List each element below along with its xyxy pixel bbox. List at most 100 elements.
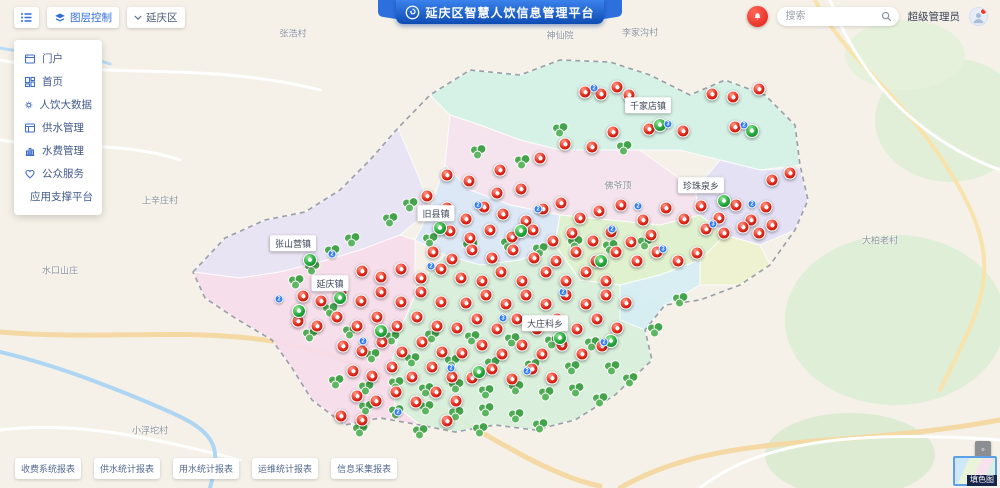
map-marker-facility[interactable] <box>531 418 549 434</box>
map-marker-facility[interactable] <box>603 360 621 376</box>
map-marker-alarm[interactable] <box>356 265 369 278</box>
map-marker-alarm[interactable] <box>456 347 469 360</box>
cluster-count-badge[interactable]: 2 <box>275 295 284 304</box>
map-marker-facility[interactable] <box>287 274 305 290</box>
cluster-count-badge[interactable]: 2 <box>600 338 609 347</box>
sidebar-item-5[interactable]: 公众服务 <box>14 162 102 185</box>
map-marker-alarm[interactable] <box>593 205 606 218</box>
cluster-count-badge[interactable]: 2 <box>447 364 456 373</box>
map-marker-normal[interactable] <box>553 331 567 345</box>
cluster-count-badge[interactable]: 3 <box>499 314 508 323</box>
map-marker-alarm[interactable] <box>560 275 573 288</box>
sidebar-item-2[interactable]: 人饮大数据 <box>14 93 102 116</box>
map-marker-alarm[interactable] <box>753 83 766 96</box>
map-marker-alarm[interactable] <box>375 271 388 284</box>
map-marker-alarm[interactable] <box>347 365 360 378</box>
map-marker-normal[interactable] <box>472 365 486 379</box>
map-marker-alarm[interactable] <box>416 336 429 349</box>
map-marker-alarm[interactable] <box>611 81 624 94</box>
map-marker-alarm[interactable] <box>645 229 658 242</box>
map-marker-alarm[interactable] <box>571 323 584 336</box>
map-marker-alarm[interactable] <box>706 88 719 101</box>
map-marker-alarm[interactable] <box>784 167 797 180</box>
map-marker-alarm[interactable] <box>491 187 504 200</box>
map-marker-alarm[interactable] <box>450 395 463 408</box>
map-marker-facility[interactable] <box>469 144 487 160</box>
map-marker-alarm[interactable] <box>536 348 549 361</box>
map-marker-facility[interactable] <box>327 374 345 390</box>
map-marker-alarm[interactable] <box>435 296 448 309</box>
map-marker-alarm[interactable] <box>580 298 593 311</box>
map-marker-alarm[interactable] <box>610 246 623 259</box>
map-marker-alarm[interactable] <box>464 232 477 245</box>
map-marker-facility[interactable] <box>591 392 609 408</box>
map-marker-alarm[interactable] <box>497 208 510 221</box>
cluster-count-badge[interactable]: 2 <box>740 121 749 130</box>
map-marker-normal[interactable] <box>717 194 731 208</box>
map-marker-alarm[interactable] <box>727 91 740 104</box>
map-marker-alarm[interactable] <box>356 414 369 427</box>
map-marker-normal[interactable] <box>303 253 317 267</box>
map-marker-facility[interactable] <box>513 154 531 170</box>
map-marker-alarm[interactable] <box>760 201 773 214</box>
map-canvas[interactable]: 张浩村神仙院李家沟村佛爷顶上辛庄村水口山庄大柏老村小浮坨村 2322223223… <box>0 0 1000 488</box>
district-selector[interactable]: 延庆区 <box>127 7 185 28</box>
map-marker-alarm[interactable] <box>660 202 673 215</box>
map-marker-alarm[interactable] <box>637 214 650 227</box>
map-marker-alarm[interactable] <box>600 289 613 302</box>
map-marker-alarm[interactable] <box>574 212 587 225</box>
map-marker-facility[interactable] <box>537 386 555 402</box>
map-marker-alarm[interactable] <box>371 311 384 324</box>
map-marker-alarm[interactable] <box>737 221 750 234</box>
map-marker-alarm[interactable] <box>446 253 459 266</box>
map-marker-facility[interactable] <box>646 322 664 338</box>
map-marker-facility[interactable] <box>411 424 429 440</box>
cluster-count-badge[interactable]: 2 <box>748 200 757 209</box>
map-marker-alarm[interactable] <box>559 138 572 151</box>
map-marker-facility[interactable] <box>621 372 639 388</box>
map-marker-alarm[interactable] <box>415 286 428 299</box>
map-marker-alarm[interactable] <box>466 244 479 257</box>
map-marker-alarm[interactable] <box>446 371 459 384</box>
sidebar-item-4[interactable]: 水费管理 <box>14 139 102 162</box>
map-marker-alarm[interactable] <box>591 313 604 326</box>
map-marker-alarm[interactable] <box>550 255 563 268</box>
map-marker-alarm[interactable] <box>460 213 473 226</box>
map-marker-alarm[interactable] <box>494 164 507 177</box>
report-button-0[interactable]: 收费系统报表 <box>15 458 81 479</box>
map-marker-alarm[interactable] <box>576 348 589 361</box>
map-marker-alarm[interactable] <box>615 199 628 212</box>
map-marker-alarm[interactable] <box>427 246 440 259</box>
map-marker-alarm[interactable] <box>600 275 613 288</box>
layer-control-button[interactable]: 图层控制 <box>47 7 119 28</box>
map-marker-alarm[interactable] <box>695 200 708 213</box>
map-marker-alarm[interactable] <box>476 275 489 288</box>
cluster-count-badge[interactable]: 3 <box>664 120 673 129</box>
sidebar-item-3[interactable]: 供水管理 <box>14 116 102 139</box>
map-marker-alarm[interactable] <box>516 275 529 288</box>
map-marker-facility[interactable] <box>551 122 569 138</box>
cluster-count-badge[interactable]: 2 <box>559 288 568 297</box>
cluster-count-badge[interactable]: 2 <box>474 201 483 210</box>
map-marker-alarm[interactable] <box>426 361 439 374</box>
map-marker-alarm[interactable] <box>625 236 638 249</box>
map-marker-alarm[interactable] <box>455 272 468 285</box>
map-marker-alarm[interactable] <box>607 126 620 139</box>
map-marker-alarm[interactable] <box>672 255 685 268</box>
map-marker-alarm[interactable] <box>391 320 404 333</box>
map-marker-normal[interactable] <box>594 254 608 268</box>
map-marker-alarm[interactable] <box>570 246 583 259</box>
map-marker-alarm[interactable] <box>507 244 520 257</box>
map-marker-normal[interactable] <box>374 324 388 338</box>
map-marker-alarm[interactable] <box>396 346 409 359</box>
sidebar-item-1[interactable]: 首页 <box>14 70 102 93</box>
map-marker-facility[interactable] <box>401 197 419 213</box>
map-marker-alarm[interactable] <box>463 175 476 188</box>
map-marker-facility[interactable] <box>507 408 525 424</box>
map-marker-alarm[interactable] <box>436 346 449 359</box>
map-marker-alarm[interactable] <box>547 235 560 248</box>
map-marker-alarm[interactable] <box>520 289 533 302</box>
map-marker-alarm[interactable] <box>580 266 593 279</box>
cluster-count-badge[interactable]: 2 <box>523 367 532 376</box>
map-marker-alarm[interactable] <box>351 320 364 333</box>
